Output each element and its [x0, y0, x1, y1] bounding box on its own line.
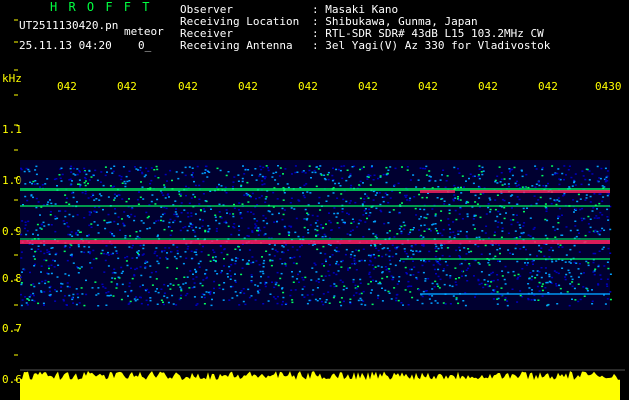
signal-meter	[20, 369, 625, 400]
waterfall	[20, 160, 612, 310]
tick-marks	[14, 19, 18, 381]
spectrogram	[14, 19, 625, 400]
